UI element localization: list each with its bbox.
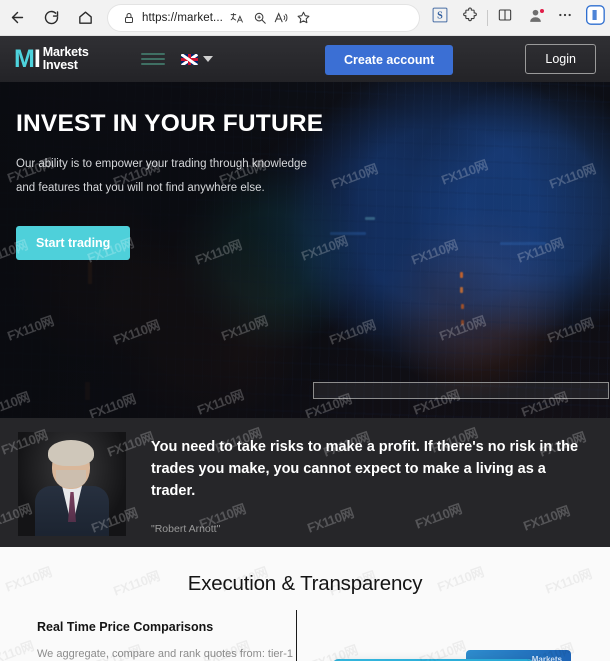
logo-monogram: MI: [14, 44, 41, 73]
back-button[interactable]: [0, 3, 34, 33]
chevron-down-icon: [202, 56, 213, 62]
back-arrow-icon: [9, 9, 26, 26]
zoom-icon[interactable]: [249, 7, 271, 29]
site-logo[interactable]: MI Markets Invest: [14, 46, 89, 72]
hero-ticker-bar[interactable]: [313, 382, 609, 399]
uk-flag-icon: [180, 53, 198, 65]
header-right: Login: [525, 44, 596, 74]
lock-icon: [118, 7, 140, 29]
quote-body: You need to take risks to make a profit.…: [126, 418, 610, 547]
sidebar-app-icon: [585, 5, 605, 30]
hero-content: INVEST IN YOUR FUTURE Our ability is to …: [0, 82, 610, 261]
extension-s-icon: S: [432, 7, 448, 28]
toolbar-divider: [487, 9, 488, 26]
more-options-button[interactable]: [550, 3, 580, 33]
extensions-button[interactable]: [455, 3, 485, 33]
url-text: https://market...: [142, 11, 223, 24]
site-header: MI Markets Invest Create account Login: [0, 36, 610, 82]
home-button[interactable]: [68, 3, 102, 33]
logo-letter-m: M: [14, 44, 35, 73]
puzzle-icon: [462, 7, 478, 28]
hero-subtitle: Our ability is to empower your trading t…: [16, 158, 307, 195]
extension-s-button[interactable]: S: [425, 3, 455, 33]
translate-icon[interactable]: [227, 7, 249, 29]
reload-button[interactable]: [34, 3, 68, 33]
create-account-button[interactable]: Create account: [325, 45, 454, 75]
markets-back-card-label: Markets: [531, 655, 562, 661]
language-selector[interactable]: [177, 52, 217, 67]
more-options-icon: [557, 7, 573, 28]
read-aloud-icon[interactable]: [271, 7, 293, 29]
hero-title: INVEST IN YOUR FUTURE: [16, 110, 324, 137]
split-screen-icon: [497, 7, 513, 28]
logo-line-2: Invest: [42, 58, 78, 72]
logo-letter-i: I: [33, 44, 41, 73]
execution-section: Execution & Transparency Real Time Price…: [0, 547, 610, 661]
quote-section: You need to take risks to make a profit.…: [0, 418, 610, 547]
reload-icon: [43, 9, 60, 26]
hamburger-menu-icon[interactable]: [140, 51, 165, 67]
split-screen-button[interactable]: [490, 3, 520, 33]
hero-section: INVEST IN YOUR FUTURE Our ability is to …: [0, 82, 610, 418]
notification-badge: [539, 7, 545, 14]
browser-toolbar: https://market... S: [0, 0, 610, 36]
login-button[interactable]: Login: [525, 44, 596, 74]
home-icon: [77, 9, 94, 26]
web-page: MI Markets Invest Create account Login I…: [0, 36, 610, 661]
svg-text:S: S: [437, 11, 443, 22]
star-icon[interactable]: [293, 7, 315, 29]
vertical-divider: [296, 610, 297, 661]
logo-wordmark: Markets Invest: [43, 46, 89, 72]
section-title: Execution & Transparency: [187, 572, 423, 595]
quote-author: "Robert Arnott": [151, 523, 221, 536]
header-middle: [140, 51, 217, 67]
address-bar[interactable]: https://market...: [108, 4, 419, 31]
profile-button[interactable]: [520, 3, 550, 33]
start-trading-button[interactable]: Start trading: [16, 226, 131, 261]
feature-column: Real Time Price Comparisons We aggregate…: [37, 620, 293, 661]
sidebar-app-button[interactable]: [580, 3, 610, 33]
feature-body: We aggregate, compare and rank quotes fr…: [37, 648, 293, 660]
feature-heading: Real Time Price Comparisons: [37, 620, 214, 634]
quote-portrait-photo: [18, 432, 126, 536]
quote-text: You need to take risks to make a profit.…: [151, 439, 579, 500]
